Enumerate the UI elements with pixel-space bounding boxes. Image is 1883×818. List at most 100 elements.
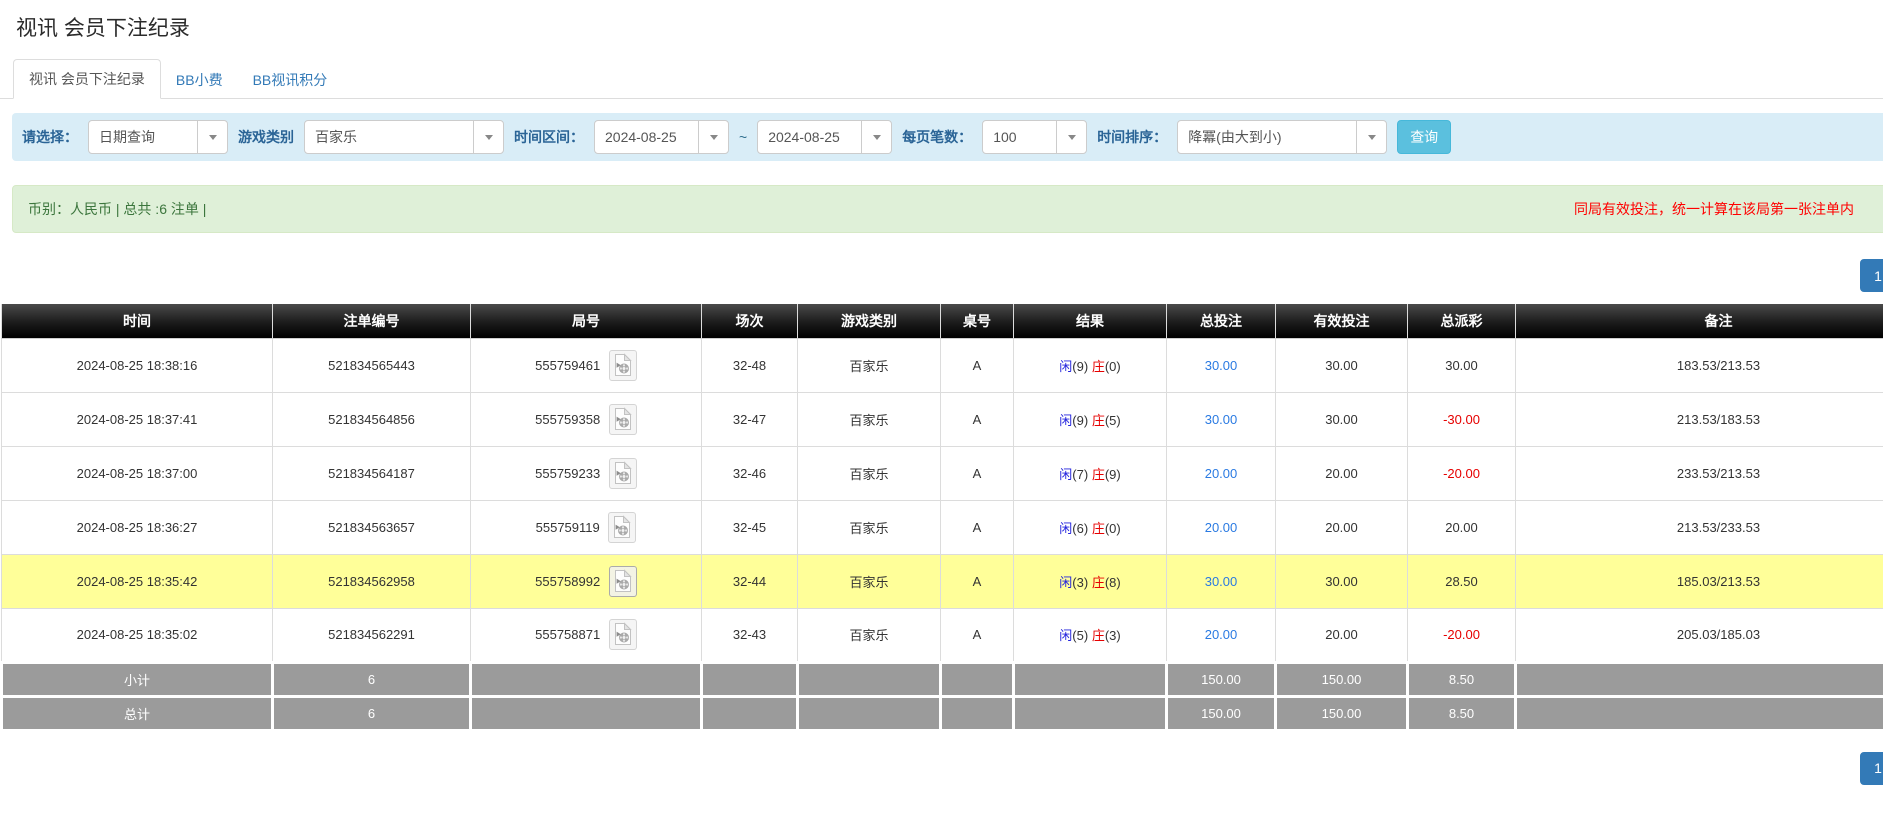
summary-valid-bet: 150.00 — [1276, 696, 1408, 730]
time-sort-select[interactable]: 降冪(由大到小) — [1177, 120, 1387, 154]
video-replay-button[interactable] — [609, 350, 637, 381]
result-banker-score: (0) — [1105, 521, 1121, 536]
cell-round-id: 555759358 — [471, 392, 702, 446]
total-bet-link[interactable]: 20.00 — [1205, 627, 1238, 642]
column-header-total-bet: 总投注 — [1167, 304, 1276, 338]
chevron-down-icon — [1356, 121, 1386, 153]
summary-total-bet: 150.00 — [1167, 696, 1276, 730]
cell-game-type: 百家乐 — [798, 392, 941, 446]
cell-result: 闲(9) 庄(5) — [1014, 392, 1167, 446]
pagination-page-1[interactable]: 1 — [1860, 752, 1883, 785]
cell-result: 闲(3) 庄(8) — [1014, 554, 1167, 608]
cell-game-type: 百家乐 — [798, 446, 941, 500]
total-bet-link[interactable]: 30.00 — [1205, 574, 1238, 589]
chevron-down-icon — [473, 121, 503, 153]
cell-round-id: 555758871 — [471, 608, 702, 662]
video-replay-button[interactable] — [608, 512, 636, 543]
tab-bet-records[interactable]: 视讯 会员下注纪录 — [13, 59, 161, 99]
cell-bet-id: 521834564856 — [273, 392, 471, 446]
video-replay-button[interactable] — [609, 566, 637, 597]
tab-bb-tips[interactable]: BB小费 — [161, 61, 238, 99]
result-player-score: (9) — [1072, 413, 1088, 428]
cell-table-number: A — [941, 392, 1014, 446]
summary-empty-cell — [1014, 662, 1167, 696]
summary-count: 6 — [273, 662, 471, 696]
cell-game-type: 百家乐 — [798, 608, 941, 662]
cell-game-type: 百家乐 — [798, 500, 941, 554]
cell-total-bet: 20.00 — [1167, 446, 1276, 500]
table-row: 2024-08-25 18:37:00521834564187555759233… — [2, 446, 1883, 500]
pagination-page-1[interactable]: 1 — [1860, 259, 1883, 292]
result-banker-score: (9) — [1105, 467, 1121, 482]
result-player-score: (7) — [1072, 467, 1088, 482]
column-header-game: 游戏类别 — [798, 304, 941, 338]
search-button[interactable]: 查询 — [1397, 120, 1451, 154]
tab-bar: 视讯 会员下注纪录 BB小费 BB视讯积分 — [0, 59, 1883, 99]
result-banker: 庄 — [1092, 467, 1105, 482]
page-size-value: 100 — [983, 121, 1056, 153]
cell-result: 闲(7) 庄(9) — [1014, 446, 1167, 500]
result-player-score: (5) — [1072, 628, 1088, 643]
round-number: 555759233 — [535, 466, 600, 481]
total-bet-link[interactable]: 20.00 — [1205, 466, 1238, 481]
date-range-separator: ~ — [739, 129, 747, 145]
round-number: 555759358 — [535, 412, 600, 427]
summary-empty-cell — [702, 696, 798, 730]
cell-session: 32-47 — [702, 392, 798, 446]
date-to-select[interactable]: 2024-08-25 — [757, 120, 892, 154]
column-header-result: 结果 — [1014, 304, 1167, 338]
film-document-icon — [614, 353, 632, 377]
cell-session: 32-44 — [702, 554, 798, 608]
page-size-select[interactable]: 100 — [982, 120, 1087, 154]
page-content: 视讯 会员下注纪录 视讯 会员下注纪录 BB小费 BB视讯积分 请选择： 日期查… — [0, 12, 1883, 785]
video-replay-button[interactable] — [609, 458, 637, 489]
video-replay-button[interactable] — [609, 619, 637, 650]
cell-session: 32-48 — [702, 338, 798, 392]
cell-valid-bet: 20.00 — [1276, 446, 1408, 500]
valid-bet-notice-text: 同局有效投注，统一计算在该局第一张注单内 — [1574, 199, 1854, 219]
summary-empty-cell — [1516, 662, 1883, 696]
game-type-select[interactable]: 百家乐 — [304, 120, 504, 154]
date-to-value: 2024-08-25 — [758, 121, 861, 153]
tab-bb-video-points[interactable]: BB视讯积分 — [238, 61, 343, 99]
total-bet-link[interactable]: 30.00 — [1205, 412, 1238, 427]
cell-remark: 213.53/183.53 — [1516, 392, 1883, 446]
column-header-table: 桌号 — [941, 304, 1014, 338]
date-from-value: 2024-08-25 — [595, 121, 698, 153]
summary-empty-cell — [471, 696, 702, 730]
total-bet-link[interactable]: 20.00 — [1205, 520, 1238, 535]
cell-valid-bet: 30.00 — [1276, 392, 1408, 446]
cell-remark: 233.53/213.53 — [1516, 446, 1883, 500]
cell-time: 2024-08-25 18:35:42 — [2, 554, 273, 608]
total-bet-link[interactable]: 30.00 — [1205, 358, 1238, 373]
column-header-valid-bet: 有效投注 — [1276, 304, 1408, 338]
cell-round-id: 555759233 — [471, 446, 702, 500]
cell-bet-id: 521834565443 — [273, 338, 471, 392]
cell-table-number: A — [941, 500, 1014, 554]
table-row: 2024-08-25 18:38:16521834565443555759461… — [2, 338, 1883, 392]
result-player: 闲 — [1059, 413, 1072, 428]
cell-payout: 28.50 — [1408, 554, 1516, 608]
cell-remark: 183.53/213.53 — [1516, 338, 1883, 392]
table-row: 2024-08-25 18:35:42521834562958555758992… — [2, 554, 1883, 608]
cell-time: 2024-08-25 18:36:27 — [2, 500, 273, 554]
query-type-select[interactable]: 日期查询 — [88, 120, 228, 154]
result-banker: 庄 — [1092, 575, 1105, 590]
cell-remark: 185.03/213.53 — [1516, 554, 1883, 608]
summary-bar: 币别：人民币 | 总共 :6 注单 | 同局有效投注，统一计算在该局第一张注单内 — [12, 185, 1883, 233]
summary-payout: 8.50 — [1408, 696, 1516, 730]
film-document-icon — [613, 515, 631, 539]
round-number: 555759461 — [535, 358, 600, 373]
chevron-down-icon — [698, 121, 728, 153]
game-type-value: 百家乐 — [305, 121, 473, 153]
date-from-select[interactable]: 2024-08-25 — [594, 120, 729, 154]
cell-result: 闲(9) 庄(0) — [1014, 338, 1167, 392]
summary-empty-cell — [941, 696, 1014, 730]
video-replay-button[interactable] — [609, 404, 637, 435]
round-number: 555758992 — [535, 574, 600, 589]
page-size-label: 每页笔数： — [902, 127, 972, 147]
chevron-down-icon — [1056, 121, 1086, 153]
currency-summary-text: 币别：人民币 | 总共 :6 注单 | — [28, 199, 206, 219]
cell-payout: -20.00 — [1408, 608, 1516, 662]
cell-table-number: A — [941, 554, 1014, 608]
